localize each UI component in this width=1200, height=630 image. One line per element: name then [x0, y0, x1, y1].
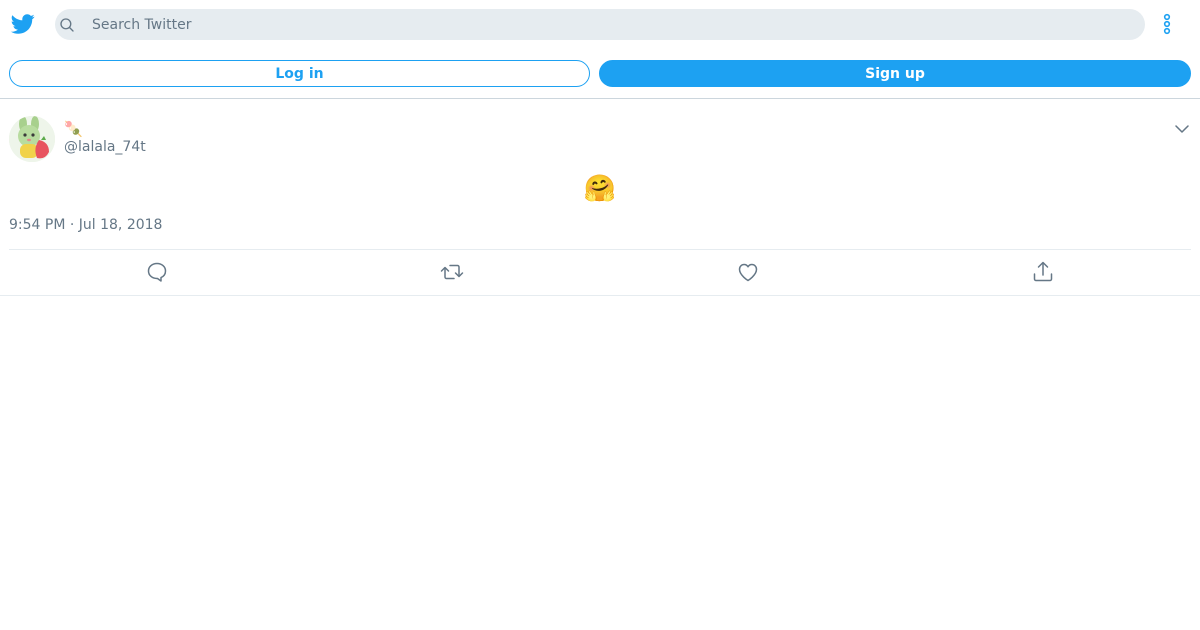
twitter-bird-icon[interactable] — [10, 12, 36, 36]
search-bar[interactable] — [55, 9, 1145, 40]
share-icon[interactable] — [1031, 260, 1055, 284]
search-icon — [60, 18, 74, 32]
tweet-display-name[interactable]: 🍡 — [64, 120, 83, 138]
more-vertical-icon[interactable] — [1158, 12, 1176, 36]
auth-buttons: Log in Sign up — [0, 60, 1200, 88]
top-bar — [0, 0, 1200, 48]
heart-icon[interactable] — [736, 260, 760, 284]
chevron-down-icon[interactable] — [1174, 121, 1190, 137]
tweet-handle[interactable]: @lalala_74t — [64, 139, 146, 155]
tweet-bottom-divider — [0, 295, 1200, 296]
avatar-illustration — [9, 116, 55, 162]
tweet: 🍡 @lalala_74t 🤗 9:54 PM · Jul 18, 2018 — [0, 99, 1200, 296]
signup-button[interactable]: Sign up — [599, 60, 1191, 87]
tweet-text: 🤗 — [583, 174, 617, 204]
avatar[interactable] — [9, 116, 55, 162]
search-input[interactable] — [92, 9, 1132, 40]
retweet-icon[interactable] — [440, 260, 464, 284]
tweet-actions — [0, 250, 1200, 295]
reply-icon[interactable] — [145, 260, 169, 284]
tweet-timestamp[interactable]: 9:54 PM · Jul 18, 2018 — [9, 217, 162, 233]
login-button[interactable]: Log in — [9, 60, 590, 87]
